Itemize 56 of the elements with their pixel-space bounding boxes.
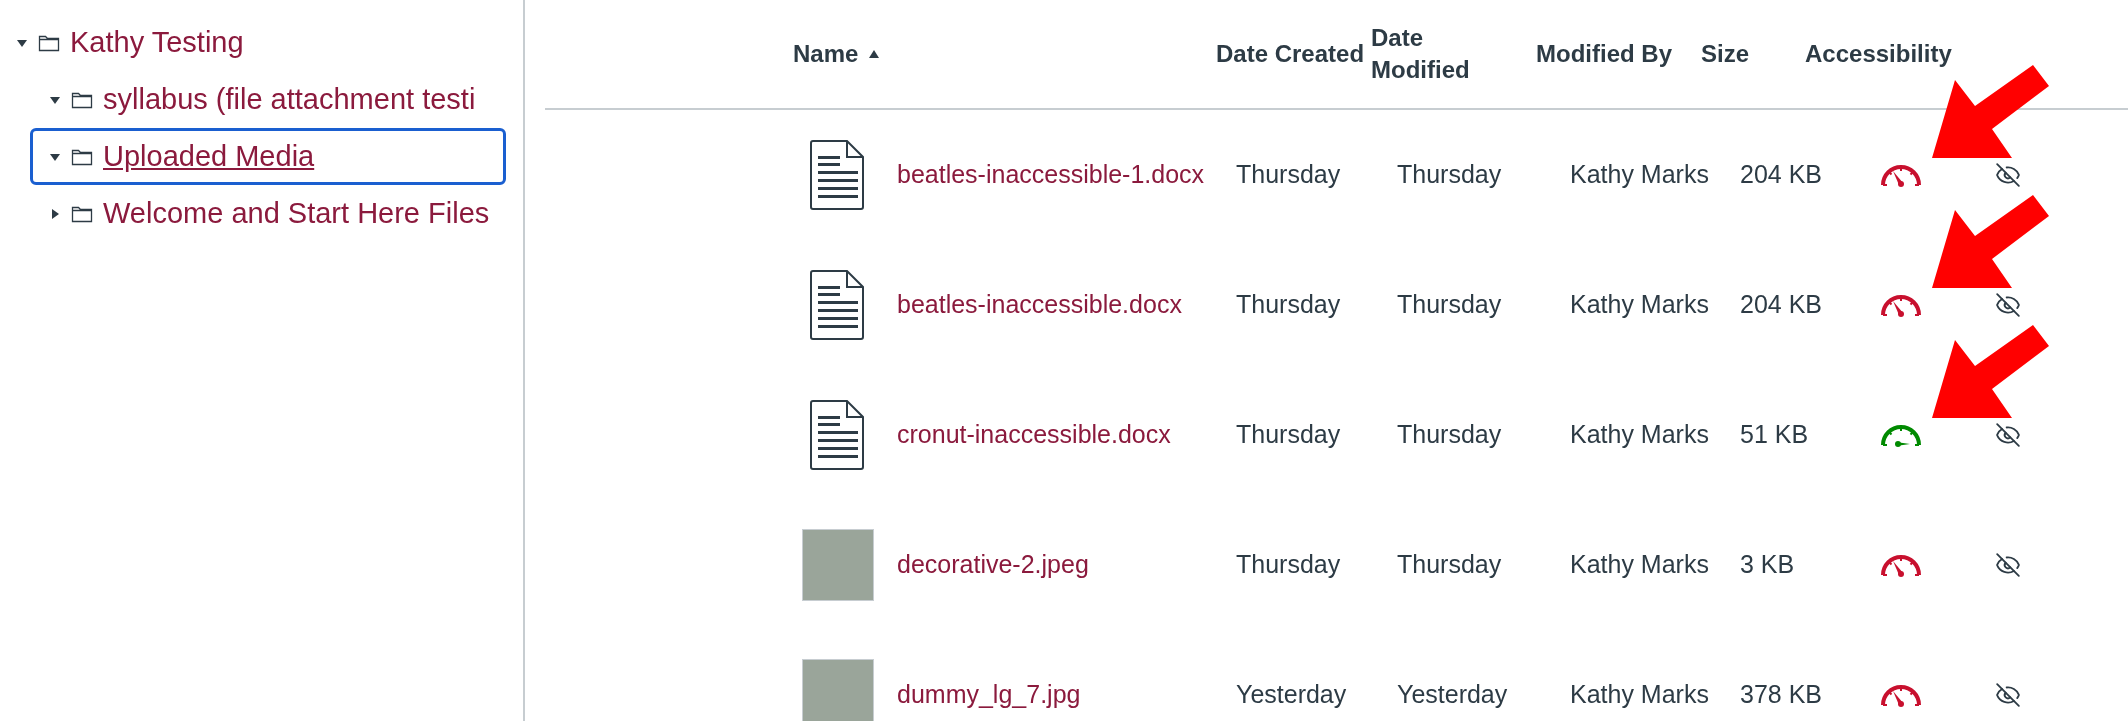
hidden-eye-icon[interactable]	[1995, 422, 2021, 448]
tree-item[interactable]: Uploaded Media	[30, 128, 506, 185]
table-cell-text: 204 KB	[1740, 159, 1822, 191]
photo-placeholder	[802, 659, 874, 721]
gauge-icon[interactable]	[1880, 423, 1922, 447]
column-header[interactable]: Modified By	[1536, 36, 1672, 72]
photo-placeholder	[802, 529, 874, 601]
column-header[interactable]: Date Created	[1216, 36, 1365, 72]
gauge-icon[interactable]	[1880, 683, 1922, 707]
table-cell-text: Kathy Marks	[1570, 159, 1709, 191]
table-cell-text: Thursday	[1397, 549, 1502, 581]
gauge-icon[interactable]	[1880, 293, 1922, 317]
gauge-icon[interactable]	[1880, 163, 1922, 187]
table-cell-text: 3 KB	[1740, 549, 1795, 581]
document-icon	[810, 399, 866, 471]
table-cell-text: Kathy Marks	[1570, 419, 1709, 451]
table-cell-text: Thursday	[1236, 419, 1341, 451]
table-cell-text: 204 KB	[1740, 289, 1822, 321]
hidden-eye-icon[interactable]	[1995, 162, 2021, 188]
tree-item[interactable]: Welcome and Start Here Files	[30, 185, 506, 242]
table-cell-text: Thursday	[1397, 289, 1502, 321]
file-link[interactable]: cronut-inaccessible.docx	[897, 416, 1171, 454]
column-header[interactable]: Accessibility	[1805, 36, 1952, 72]
table-cell-text: Thursday	[1397, 419, 1502, 451]
folder-icon	[71, 147, 93, 166]
tree-item[interactable]: Kathy Testing	[4, 14, 510, 71]
sort-ascending-icon	[868, 49, 881, 59]
table-cell-text: Yesterday	[1397, 679, 1508, 711]
table-cell-text: 378 KB	[1740, 679, 1822, 711]
file-link[interactable]: decorative-2.jpeg	[897, 546, 1089, 584]
document-icon	[810, 269, 866, 341]
column-header[interactable]: Date Modified	[1371, 22, 1471, 86]
column-header[interactable]: Size	[1701, 36, 1750, 72]
column-header[interactable]: Name	[793, 36, 881, 72]
file-link[interactable]: beatles-inaccessible-1.docx	[897, 156, 1205, 194]
table-cell-text: Thursday	[1236, 289, 1341, 321]
hidden-eye-icon[interactable]	[1995, 552, 2021, 578]
folder-icon	[38, 33, 60, 52]
caret-icon[interactable]	[49, 207, 61, 220]
tree-item[interactable]: syllabus (file attachment testi	[30, 71, 506, 128]
gauge-icon[interactable]	[1880, 553, 1922, 577]
table-cell-text: Kathy Marks	[1570, 289, 1709, 321]
file-link[interactable]: dummy_lg_7.jpg	[897, 676, 1081, 714]
table-cell-text: Yesterday	[1236, 679, 1347, 711]
folder-icon	[71, 204, 93, 223]
file-link[interactable]: beatles-inaccessible.docx	[897, 286, 1182, 324]
hidden-eye-icon[interactable]	[1995, 292, 2021, 318]
table-cell-text: Kathy Marks	[1570, 549, 1709, 581]
hidden-eye-icon[interactable]	[1995, 682, 2021, 708]
folder-icon	[71, 90, 93, 109]
table-cell-text: Kathy Marks	[1570, 679, 1709, 711]
table-cell-text: Thursday	[1236, 159, 1341, 191]
document-icon	[810, 139, 866, 211]
table-cell-text: Thursday	[1236, 549, 1341, 581]
table-cell-text: 51 KB	[1740, 419, 1809, 451]
table-cell-text: Thursday	[1397, 159, 1502, 191]
